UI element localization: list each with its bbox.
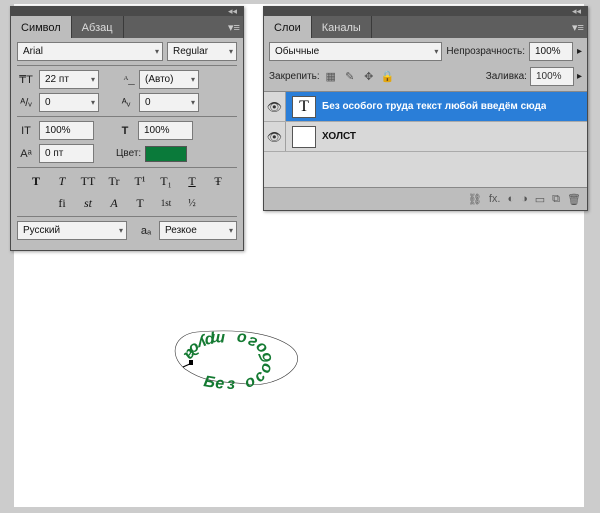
panel-drag-bar[interactable]: ◂◂ xyxy=(264,7,587,16)
layer-mask-icon[interactable]: ◐ xyxy=(507,193,514,205)
tracking-icon: ᴬᵥ xyxy=(117,94,135,112)
color-label: Цвет: xyxy=(116,148,141,159)
collapse-icon[interactable]: ◂◂ xyxy=(228,8,237,15)
layer-row[interactable]: 👁 T Без особого труда текст любой введём… xyxy=(264,92,587,122)
chevron-down-icon: ▾ xyxy=(434,47,438,56)
layer-group-icon[interactable]: ▭ xyxy=(535,193,545,206)
chevron-down-icon: ▾ xyxy=(119,226,123,235)
fractions-button[interactable]: ½ xyxy=(181,194,203,212)
antialias-icon: aₐ xyxy=(137,222,155,240)
tab-paragraph[interactable]: Абзац xyxy=(72,16,124,38)
leading-input[interactable]: (Авто)▾ xyxy=(139,70,199,89)
adjustment-layer-icon[interactable]: ◑ xyxy=(521,193,528,205)
allcaps-button[interactable]: TT xyxy=(77,172,99,190)
type-style-row: T T TT Tr T¹ T₁ T Ŧ xyxy=(17,172,237,190)
baseline-icon: Aᵃ xyxy=(17,145,35,163)
font-size-input[interactable]: 22 пт▾ xyxy=(39,70,99,89)
smallcaps-button[interactable]: Tr xyxy=(103,172,125,190)
font-size-icon: ₸T xyxy=(17,71,35,89)
vscale-icon: IT xyxy=(17,122,35,140)
text-color-swatch[interactable] xyxy=(145,146,187,162)
vscale-input[interactable]: 100% xyxy=(39,121,94,140)
font-family-select[interactable]: Arial▾ xyxy=(17,42,163,61)
layer-fx-icon[interactable]: fx. xyxy=(489,193,501,205)
ligature-button[interactable]: fi xyxy=(51,194,73,212)
svg-text:з: з xyxy=(227,376,236,393)
text-on-path: Б е з о с о б о г о т р у д а xyxy=(167,314,337,404)
panel-menu-icon[interactable]: ▾≡ xyxy=(225,16,243,38)
lock-all-icon[interactable]: 🔒 xyxy=(380,70,396,84)
discretionary-button[interactable]: st xyxy=(77,194,99,212)
panel-menu-icon[interactable]: ▾≡ xyxy=(569,16,587,38)
kerning-input[interactable]: 0▾ xyxy=(39,93,99,112)
fill-label: Заливка: xyxy=(486,71,527,82)
svg-text:о: о xyxy=(236,329,247,347)
chevron-down-icon: ▾ xyxy=(229,47,233,56)
underline-button[interactable]: T xyxy=(181,172,203,190)
chevron-down-icon: ▾ xyxy=(229,226,233,235)
leading-icon: ᴬ͟ xyxy=(117,71,135,89)
tracking-input[interactable]: 0▾ xyxy=(139,93,199,112)
lock-label: Закрепить: xyxy=(269,71,320,82)
layer-thumbnail[interactable] xyxy=(292,126,316,148)
tab-channels[interactable]: Каналы xyxy=(312,16,372,38)
visibility-toggle-icon[interactable]: 👁 xyxy=(264,122,286,151)
layers-panel: ◂◂ Слои Каналы ▾≡ Обычные▾ Непрозрачност… xyxy=(263,6,588,211)
tab-layers[interactable]: Слои xyxy=(264,16,312,38)
collapse-icon[interactable]: ◂◂ xyxy=(572,8,581,15)
opentype-row: fi st A T 1st ½ xyxy=(17,194,237,212)
opacity-input[interactable]: 100% xyxy=(529,42,573,61)
link-layers-icon[interactable]: ⛓ xyxy=(468,193,482,206)
strikethrough-button[interactable]: Ŧ xyxy=(207,172,229,190)
hscale-icon: T xyxy=(116,122,134,140)
char-panel-tabs: Символ Абзац ▾≡ xyxy=(11,16,243,38)
opacity-flyout-icon[interactable]: ▸ xyxy=(577,46,582,57)
lock-position-icon[interactable]: ✥ xyxy=(361,70,377,84)
baseline-input[interactable]: 0 пт xyxy=(39,144,94,163)
faux-bold-button[interactable]: T xyxy=(25,172,47,190)
subscript-button[interactable]: T₁ xyxy=(155,172,177,190)
chevron-down-icon: ▾ xyxy=(155,47,159,56)
delete-layer-icon[interactable]: 🗑 xyxy=(567,193,581,206)
tab-character[interactable]: Символ xyxy=(11,16,72,38)
panel-drag-bar[interactable]: ◂◂ xyxy=(11,7,243,16)
antialias-select[interactable]: Резкое▾ xyxy=(159,221,237,240)
lock-transparency-icon[interactable]: ▦ xyxy=(323,70,339,84)
swash-button[interactable]: A xyxy=(103,194,125,212)
svg-text:е: е xyxy=(215,375,225,393)
language-select[interactable]: Русский▾ xyxy=(17,221,127,240)
ordinals-button[interactable]: 1st xyxy=(155,194,177,212)
layer-list: 👁 T Без особого труда текст любой введём… xyxy=(264,91,587,188)
layer-name[interactable]: ХОЛСТ xyxy=(322,131,356,142)
font-style-select[interactable]: Regular▾ xyxy=(167,42,237,61)
layer-thumbnail[interactable]: T xyxy=(292,96,316,118)
layer-row[interactable]: 👁 ХОЛСТ xyxy=(264,122,587,152)
fill-input[interactable]: 100% xyxy=(530,67,574,86)
superscript-button[interactable]: T¹ xyxy=(129,172,151,190)
layers-panel-tabs: Слои Каналы ▾≡ xyxy=(264,16,587,38)
chevron-down-icon: ▾ xyxy=(91,75,95,84)
character-panel: ◂◂ Символ Абзац ▾≡ Arial▾ Regular▾ ₸T 22… xyxy=(10,6,244,251)
opacity-label: Непрозрачность: xyxy=(446,46,525,57)
hscale-input[interactable]: 100% xyxy=(138,121,193,140)
lock-pixels-icon[interactable]: ✎ xyxy=(342,70,358,84)
blend-mode-select[interactable]: Обычные▾ xyxy=(269,42,442,61)
titling-button[interactable]: T xyxy=(129,194,151,212)
layer-name[interactable]: Без особого труда текст любой введём сюд… xyxy=(322,101,546,112)
layers-footer: ⛓ fx. ◐ ◑ ▭ ⧉ 🗑 xyxy=(264,188,587,210)
chevron-down-icon: ▾ xyxy=(191,75,195,84)
fill-flyout-icon[interactable]: ▸ xyxy=(577,71,582,82)
kerning-icon: ᴬ/ᵥ xyxy=(17,94,35,112)
chevron-down-icon: ▾ xyxy=(91,98,95,107)
new-layer-icon[interactable]: ⧉ xyxy=(552,193,560,206)
chevron-down-icon: ▾ xyxy=(191,98,195,107)
faux-italic-button[interactable]: T xyxy=(51,172,73,190)
visibility-toggle-icon[interactable]: 👁 xyxy=(264,92,286,121)
